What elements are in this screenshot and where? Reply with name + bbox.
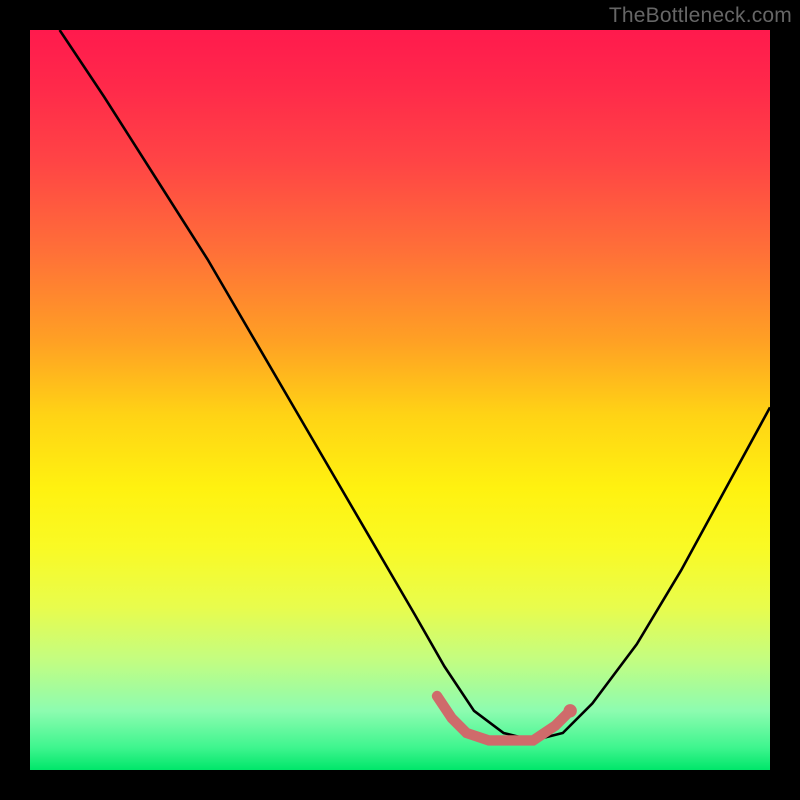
bottleneck-curve <box>60 30 770 740</box>
chart-frame: TheBottleneck.com <box>0 0 800 800</box>
highlight-end-dot <box>564 704 577 717</box>
chart-svg <box>30 30 770 770</box>
plot-area <box>30 30 770 770</box>
watermark-text: TheBottleneck.com <box>609 4 792 28</box>
